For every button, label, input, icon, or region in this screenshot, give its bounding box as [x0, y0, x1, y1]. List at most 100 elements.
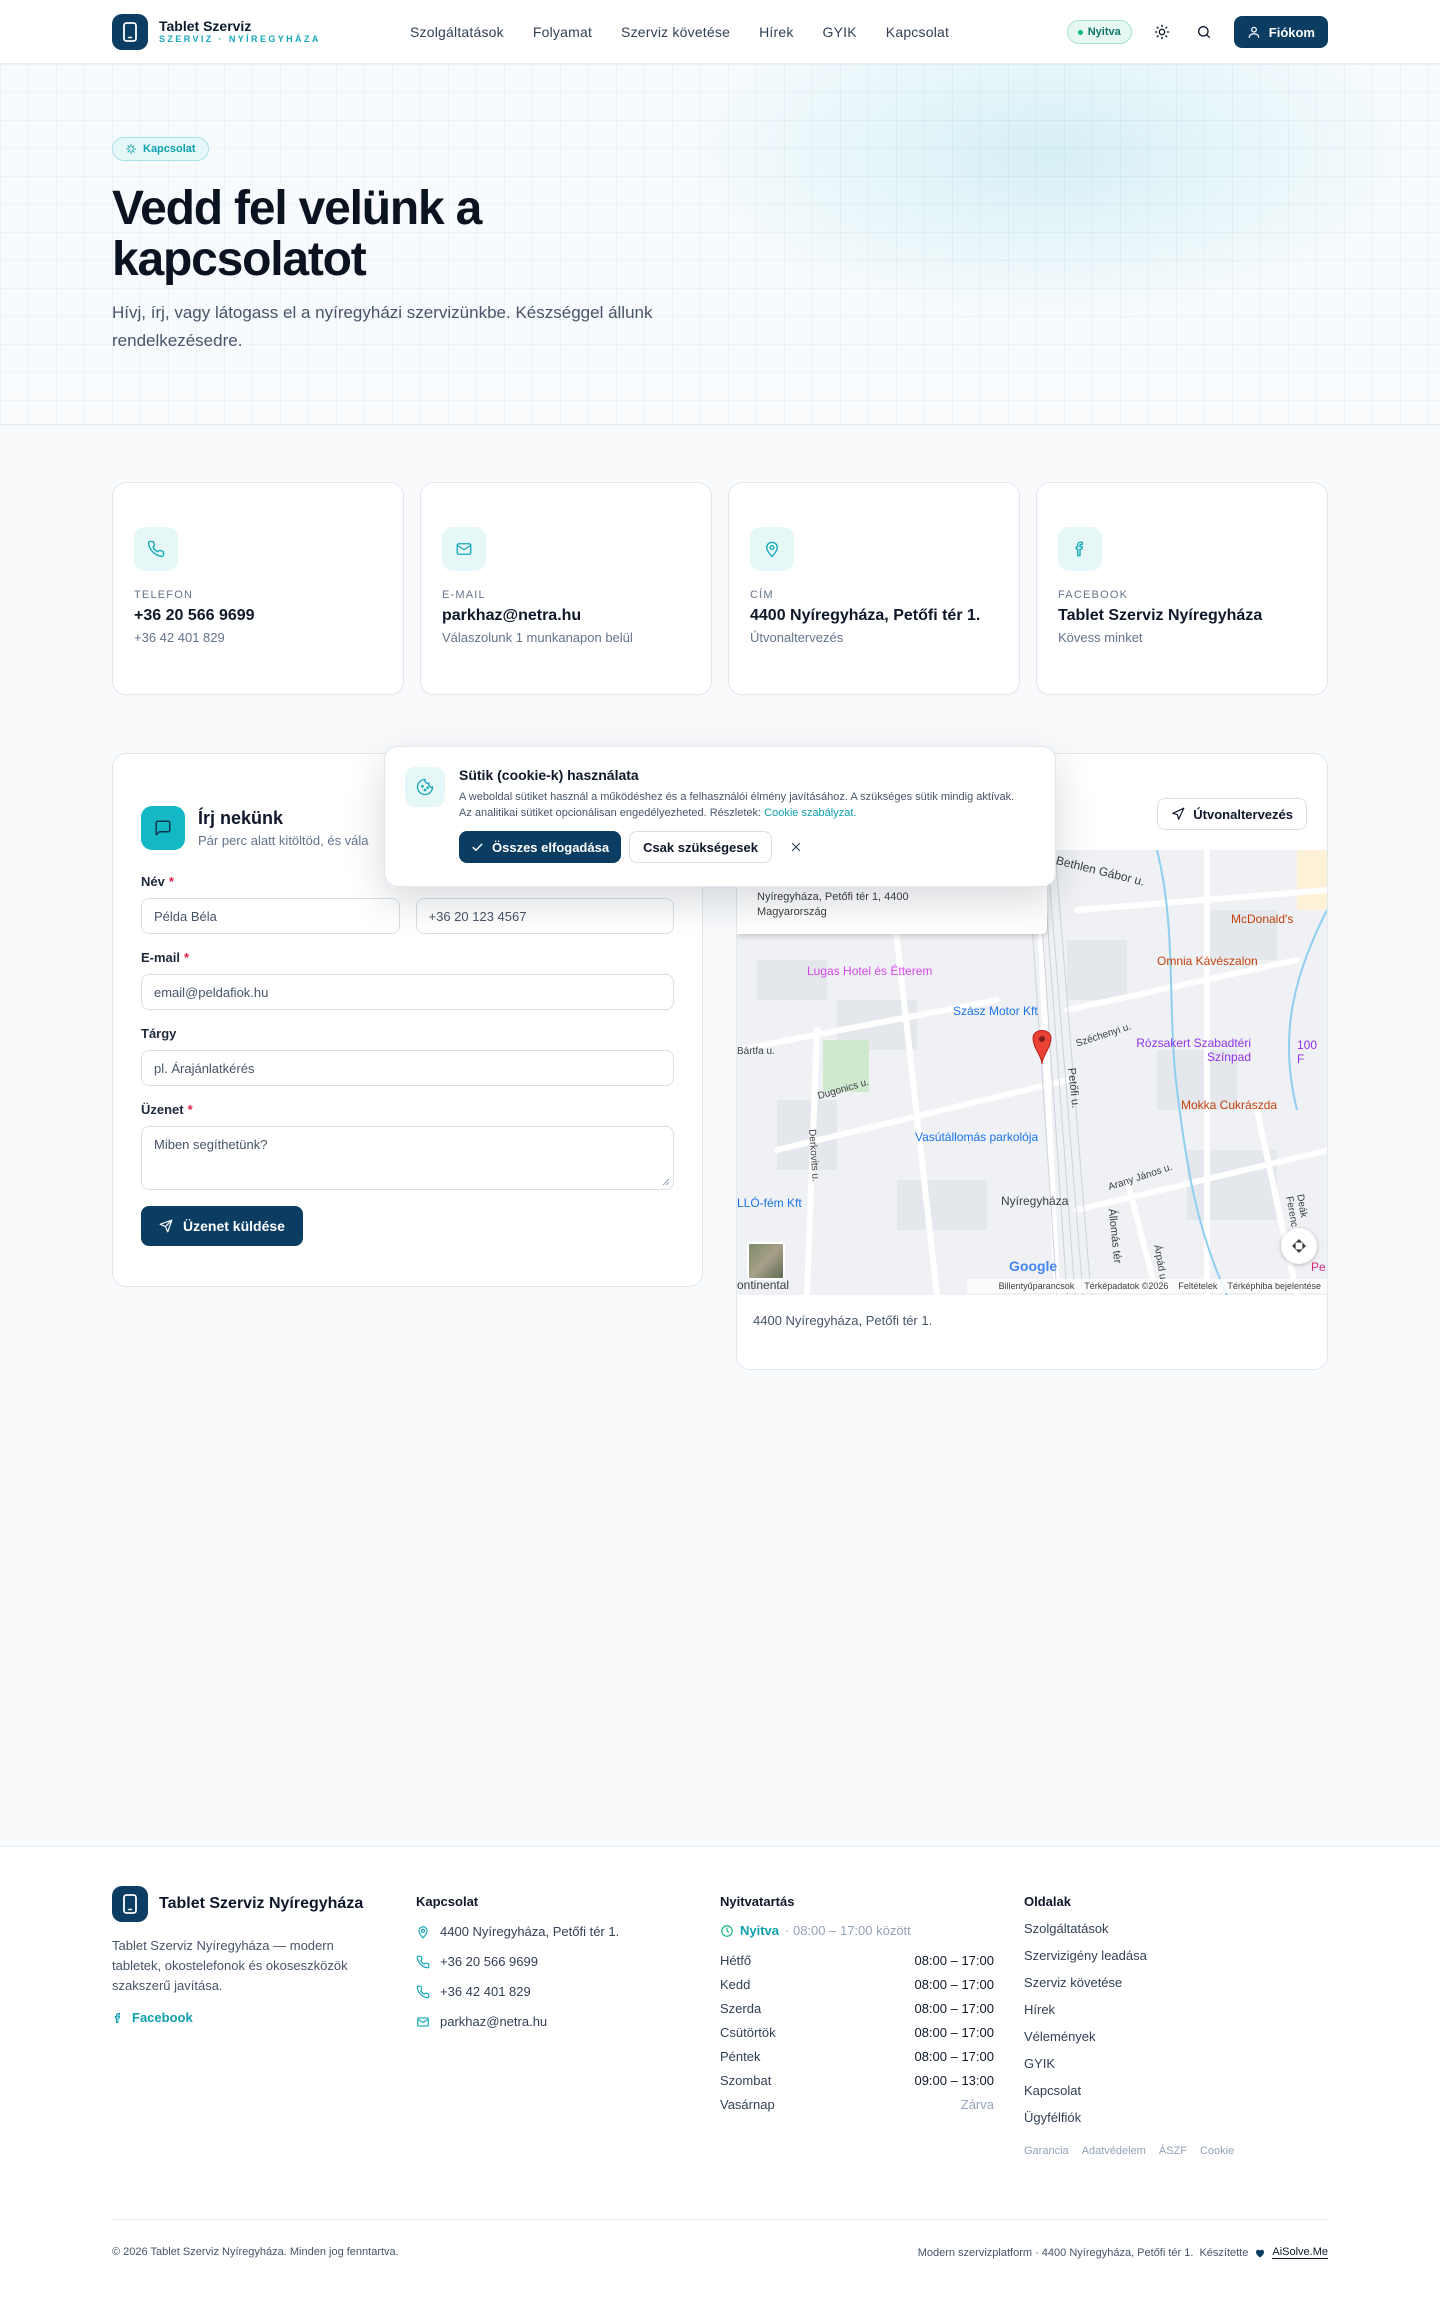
- hours-row: Csütörtök 08:00 – 17:00: [720, 2024, 994, 2040]
- theme-toggle-button[interactable]: [1150, 20, 1174, 44]
- account-label: Fiókom: [1268, 24, 1315, 40]
- footer-link[interactable]: Ügyfélfiók: [1024, 2110, 1328, 2125]
- map-poi[interactable]: Nyíregyháza: [1001, 1194, 1068, 1208]
- map-attribution-item[interactable]: Billentyűparancsok: [999, 1281, 1075, 1291]
- cookie-icon: [405, 767, 445, 807]
- footer-link[interactable]: Kapcsolat: [1024, 2083, 1328, 2098]
- search-icon: [1197, 26, 1210, 38]
- legal-link[interactable]: Cookie: [1200, 2145, 1234, 2157]
- satellite-thumbnail[interactable]: [747, 1242, 785, 1280]
- footer-link[interactable]: Szolgáltatások: [1024, 1921, 1328, 1936]
- top-nav: Tablet Szerviz SZERVIZ · NYÍREGYHÁZA Szo…: [0, 0, 1440, 64]
- send-icon: [159, 1219, 173, 1233]
- map-pin-icon: [418, 1925, 428, 1939]
- menu-item-contact[interactable]: Kapcsolat: [886, 24, 949, 40]
- footer-link[interactable]: GYIK: [1024, 2056, 1328, 2071]
- platform-text: Modern szervizplatform · 4400 Nyíregyház…: [917, 2246, 1194, 2259]
- map-poi[interactable]: Lugas Hotel és Étterem: [807, 964, 932, 978]
- footer-phone-2[interactable]: +36 42 401 829: [416, 1984, 720, 1999]
- footer-email[interactable]: parkhaz@netra.hu: [416, 2014, 720, 2029]
- map-poi[interactable]: Mokka Cukrászda: [1181, 1098, 1277, 1112]
- menu-item-faq[interactable]: GYIK: [823, 24, 857, 40]
- map-poi[interactable]: ontinental: [737, 1278, 789, 1292]
- map-poi[interactable]: Omnia Kávészalon: [1157, 954, 1258, 968]
- card-sub: Válaszolunk 1 munkanapon belül: [442, 630, 633, 645]
- facebook-card[interactable]: FACEBOOK Tablet Szerviz Nyíregyháza Köve…: [1036, 482, 1328, 695]
- necessary-only-button[interactable]: Csak szükségesek: [629, 831, 772, 863]
- hero-tag-label: Kapcsolat: [143, 143, 196, 155]
- footer-link[interactable]: Szervizigény leadása: [1024, 1948, 1328, 1963]
- subject-input[interactable]: pl. Árajánlatkérés: [141, 1050, 674, 1086]
- route-button[interactable]: Útvonaltervezés: [1157, 798, 1307, 830]
- footer-link[interactable]: Hírek: [1024, 2002, 1328, 2017]
- legal-link[interactable]: Garancia: [1024, 2145, 1069, 2157]
- footer-link[interactable]: Vélemények: [1024, 2029, 1328, 2044]
- copyright: © 2026 Tablet Szerviz Nyíregyháza. Minde…: [112, 2246, 399, 2258]
- map-poi[interactable]: LLÓ-fém Kft: [737, 1196, 802, 1210]
- map-attribution-item[interactable]: Feltételek: [1178, 1281, 1217, 1291]
- phone-card[interactable]: TELEFON +36 20 566 9699 +36 42 401 829: [112, 482, 404, 695]
- map-poi[interactable]: McDonald's: [1231, 912, 1293, 926]
- card-value: 4400 Nyíregyháza, Petőfi tér 1.: [750, 607, 981, 624]
- footer-brand[interactable]: Tablet Szerviz Nyíregyháza: [112, 1886, 416, 1922]
- submit-button[interactable]: Üzenet küldése: [141, 1206, 303, 1246]
- open-status-badge: Nyitva: [1066, 20, 1132, 44]
- hours-row: Szerda 08:00 – 17:00: [720, 2000, 994, 2016]
- message-placeholder: Miben segíthetünk?: [154, 1137, 268, 1152]
- name-input[interactable]: Példa Béla: [141, 898, 400, 934]
- card-label: FACEBOOK: [1058, 589, 1129, 601]
- cookie-policy-link[interactable]: Cookie szabályzat.: [764, 807, 856, 819]
- email-input[interactable]: email@peldafiok.hu: [141, 974, 674, 1010]
- map-poi[interactable]: 100 F: [1297, 1038, 1327, 1066]
- account-button[interactable]: Fiókom: [1233, 16, 1328, 48]
- footer-address[interactable]: 4400 Nyíregyháza, Petőfi tér 1.: [416, 1924, 720, 1939]
- contact-text: parkhaz@netra.hu: [440, 2014, 548, 2029]
- message-textarea[interactable]: Miben segíthetünk?: [141, 1126, 674, 1190]
- check-icon: [472, 843, 483, 851]
- page-title: Vedd fel velünk a kapcsolatot: [112, 182, 482, 286]
- heart-icon: [1256, 2249, 1265, 2257]
- accept-all-button[interactable]: Összes elfogadása: [459, 831, 622, 863]
- hours-row: Vasárnap Zárva: [720, 2096, 994, 2112]
- footer-link[interactable]: Szerviz követése: [1024, 1975, 1328, 1990]
- google-map[interactable]: Nyíregyháza, Petőfi tér 1, 4400 Magyaror…: [737, 850, 1327, 1295]
- map-poi[interactable]: Szász Motor Kft: [953, 1004, 1038, 1018]
- sparkle-icon: [126, 144, 136, 154]
- card-value: Tablet Szerviz Nyíregyháza: [1058, 607, 1263, 624]
- footer-brand-title: Tablet Szerviz Nyíregyháza: [159, 1895, 364, 1912]
- menu-item-tracking[interactable]: Szerviz követése: [621, 24, 730, 40]
- card-sub: +36 42 401 829: [134, 630, 225, 645]
- map-attribution-item[interactable]: Térképhiba bejelentése: [1227, 1281, 1321, 1291]
- cookie-text: A weboldal sütiket használ a működéshez …: [459, 791, 1015, 819]
- submit-label: Üzenet küldése: [183, 1218, 285, 1234]
- contact-text: +36 20 566 9699: [440, 1954, 538, 1969]
- phone-icon: [134, 527, 178, 571]
- menu-item-process[interactable]: Folyamat: [533, 24, 592, 40]
- search-button[interactable]: [1192, 20, 1216, 44]
- menu-item-services[interactable]: Szolgáltatások: [410, 24, 504, 40]
- user-icon: [1248, 26, 1260, 38]
- footer-contact-title: Kapcsolat: [416, 1894, 479, 1909]
- map-poi[interactable]: Pe: [1311, 1260, 1326, 1274]
- legal-link[interactable]: ÁSZF: [1159, 2145, 1187, 2157]
- contact-text: +36 42 401 829: [440, 1984, 531, 1999]
- aisolve-link[interactable]: AiSolve.Me: [1272, 2246, 1328, 2259]
- card-value: +36 20 566 9699: [134, 607, 255, 624]
- phone-input[interactable]: +36 20 123 4567: [415, 898, 674, 934]
- menu-item-news[interactable]: Hírek: [759, 24, 793, 40]
- close-icon: [791, 842, 801, 852]
- address-card[interactable]: CÍM 4400 Nyíregyháza, Petőfi tér 1. Útvo…: [728, 482, 1020, 695]
- close-cookie-button[interactable]: [780, 831, 812, 863]
- resize-handle-icon[interactable]: [662, 1178, 670, 1186]
- email-card[interactable]: E-MAIL parkhaz@netra.hu Válaszolunk 1 mu…: [420, 482, 712, 695]
- route-label: Útvonaltervezés: [1193, 806, 1293, 822]
- status-range-text: · 08:00 – 17:00 között: [785, 1923, 911, 1938]
- fullscreen-button[interactable]: [1281, 1228, 1317, 1264]
- footer-facebook-link[interactable]: Facebook: [112, 2010, 416, 2025]
- legal-link[interactable]: Adatvédelem: [1082, 2145, 1146, 2157]
- map-poi[interactable]: Vasútállomás parkolója: [915, 1130, 1038, 1144]
- map-poi[interactable]: Rózsakert Szabadtéri Színpad: [1121, 1036, 1251, 1064]
- brand[interactable]: Tablet Szerviz SZERVIZ · NYÍREGYHÁZA: [112, 14, 410, 50]
- map-attribution: Billentyűparancsok Térképadatok ©2026 Fe…: [967, 1279, 1327, 1293]
- footer-phone[interactable]: +36 20 566 9699: [416, 1954, 720, 1969]
